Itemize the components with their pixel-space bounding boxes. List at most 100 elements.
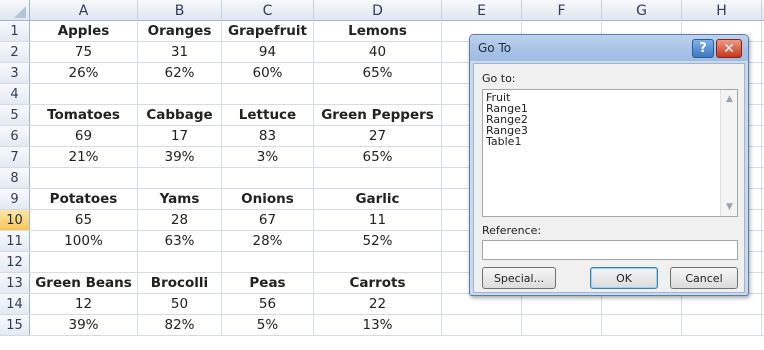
cell[interactable]: 62% <box>138 63 222 83</box>
select-all-corner[interactable] <box>0 0 30 21</box>
cell[interactable] <box>602 294 682 314</box>
cell[interactable]: 22 <box>314 294 442 314</box>
reference-input[interactable] <box>482 240 738 260</box>
cell[interactable]: 21% <box>30 147 138 167</box>
cell[interactable]: Lemons <box>314 21 442 41</box>
cell[interactable]: Green Peppers <box>314 105 442 125</box>
row-header[interactable]: 12 <box>0 252 30 272</box>
cell[interactable]: 94 <box>222 42 314 62</box>
cell[interactable]: Onions <box>222 189 314 209</box>
cell[interactable] <box>138 168 222 188</box>
cell[interactable]: Lettuce <box>222 105 314 125</box>
cell[interactable]: 67 <box>222 210 314 230</box>
cell[interactable]: Brocolli <box>138 273 222 293</box>
goto-list-item[interactable]: Table1 <box>486 136 734 147</box>
cell[interactable]: 17 <box>138 126 222 146</box>
cell[interactable]: Grapefruit <box>222 21 314 41</box>
row-header[interactable]: 8 <box>0 168 30 188</box>
cell[interactable]: 63% <box>138 231 222 251</box>
cell[interactable]: Cabbage <box>138 105 222 125</box>
cell[interactable] <box>314 252 442 272</box>
column-header-a[interactable]: A <box>30 0 138 21</box>
row-header[interactable]: 11 <box>0 231 30 251</box>
row-header[interactable]: 4 <box>0 84 30 104</box>
column-header-f[interactable]: F <box>522 0 602 21</box>
cell[interactable]: 60% <box>222 63 314 83</box>
cell[interactable]: Green Beans <box>30 273 138 293</box>
column-header-g[interactable]: G <box>602 0 682 21</box>
column-header-e[interactable]: E <box>442 0 522 21</box>
cell[interactable]: 65% <box>314 63 442 83</box>
cell[interactable] <box>602 315 682 335</box>
cell[interactable]: 5% <box>222 315 314 335</box>
row-header[interactable]: 10 <box>0 210 30 230</box>
row-header[interactable]: 13 <box>0 273 30 293</box>
cell[interactable]: 28 <box>138 210 222 230</box>
cell[interactable]: 50 <box>138 294 222 314</box>
goto-list-item[interactable]: Range3 <box>486 125 734 136</box>
cell[interactable]: 12 <box>30 294 138 314</box>
cell[interactable]: 31 <box>138 42 222 62</box>
cell[interactable]: 27 <box>314 126 442 146</box>
cell[interactable]: 13% <box>314 315 442 335</box>
row-header[interactable]: 15 <box>0 315 30 335</box>
row-header[interactable]: 3 <box>0 63 30 83</box>
row-header[interactable]: 6 <box>0 126 30 146</box>
close-button[interactable]: ✕ <box>716 39 742 58</box>
cell[interactable]: Yams <box>138 189 222 209</box>
cell[interactable] <box>138 84 222 104</box>
cell[interactable]: 75 <box>30 42 138 62</box>
cell[interactable] <box>138 252 222 272</box>
cell[interactable]: 56 <box>222 294 314 314</box>
cell[interactable]: 69 <box>30 126 138 146</box>
row-header[interactable]: 2 <box>0 42 30 62</box>
cell[interactable]: 52% <box>314 231 442 251</box>
cell[interactable]: 40 <box>314 42 442 62</box>
cell[interactable]: 11 <box>314 210 442 230</box>
cell[interactable] <box>442 315 522 335</box>
cell[interactable]: 65% <box>314 147 442 167</box>
row-header[interactable]: 1 <box>0 21 30 41</box>
cell[interactable] <box>442 294 522 314</box>
cell[interactable] <box>30 252 138 272</box>
ok-button[interactable]: OK <box>590 267 658 289</box>
column-header-b[interactable]: B <box>138 0 222 21</box>
cell[interactable]: 65 <box>30 210 138 230</box>
cell[interactable] <box>314 168 442 188</box>
dialog-titlebar[interactable]: Go To ? ✕ <box>470 35 748 61</box>
cell[interactable]: Garlic <box>314 189 442 209</box>
goto-listbox[interactable]: Fruit Range1 Range2 Range3 Table1 ▲ ▼ <box>482 89 738 217</box>
cell[interactable] <box>30 168 138 188</box>
cell[interactable]: 28% <box>222 231 314 251</box>
scroll-down-icon[interactable]: ▼ <box>722 199 737 215</box>
row-header[interactable]: 5 <box>0 105 30 125</box>
cell[interactable] <box>682 315 762 335</box>
cell[interactable] <box>222 84 314 104</box>
cell[interactable]: 100% <box>30 231 138 251</box>
cell[interactable]: 39% <box>138 147 222 167</box>
cell[interactable] <box>522 294 602 314</box>
cell[interactable]: 39% <box>30 315 138 335</box>
special-button[interactable]: Special... <box>482 267 556 289</box>
cell[interactable]: Oranges <box>138 21 222 41</box>
cell[interactable]: Potatoes <box>30 189 138 209</box>
scroll-up-icon[interactable]: ▲ <box>722 91 737 107</box>
cell[interactable] <box>522 315 602 335</box>
listbox-scrollbar[interactable]: ▲ ▼ <box>720 90 737 216</box>
cell[interactable]: Tomatoes <box>30 105 138 125</box>
column-header-c[interactable]: C <box>222 0 314 21</box>
row-header[interactable]: 7 <box>0 147 30 167</box>
cell[interactable]: Apples <box>30 21 138 41</box>
cell[interactable]: Carrots <box>314 273 442 293</box>
column-header-d[interactable]: D <box>314 0 442 21</box>
cell[interactable]: 82% <box>138 315 222 335</box>
cell[interactable]: Peas <box>222 273 314 293</box>
column-header-h[interactable]: H <box>682 0 762 21</box>
cell[interactable] <box>30 84 138 104</box>
row-header[interactable]: 9 <box>0 189 30 209</box>
cell[interactable] <box>314 84 442 104</box>
cell[interactable] <box>682 294 762 314</box>
cell[interactable]: 3% <box>222 147 314 167</box>
cell[interactable] <box>222 252 314 272</box>
cell[interactable]: 83 <box>222 126 314 146</box>
